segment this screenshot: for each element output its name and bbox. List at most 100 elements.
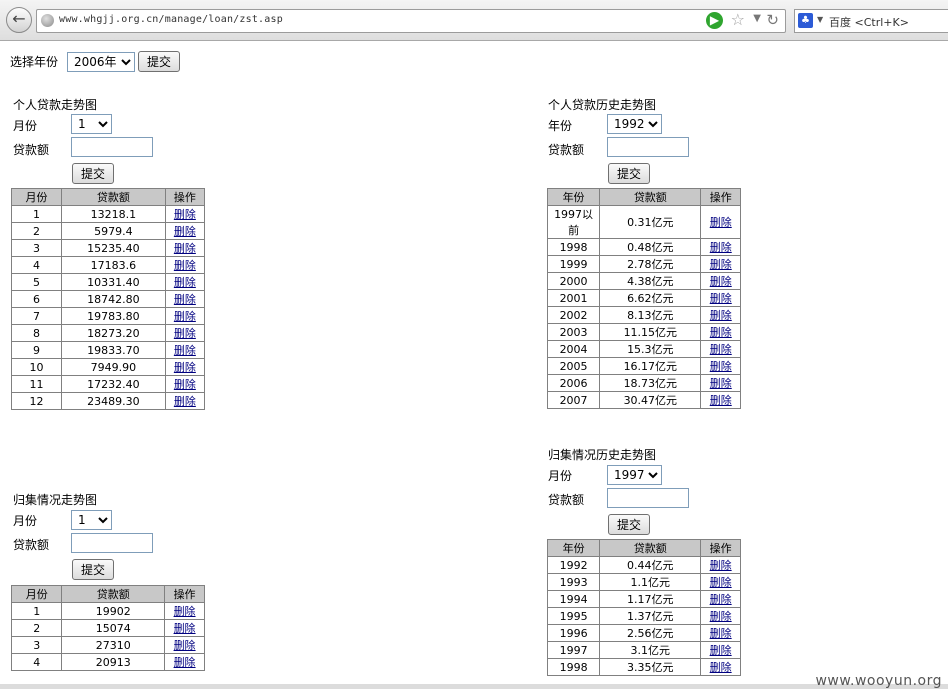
table-row: 2006 18.73亿元 删除 [546,374,741,392]
amount-cell: 0.44亿元 [599,556,702,574]
delete-link[interactable]: 删除 [174,293,196,306]
delete-link[interactable]: 删除 [710,394,732,407]
back-arrow-icon[interactable]: ← [6,7,32,33]
action-cell: 删除 [164,358,206,376]
year-submit-button[interactable]: 提交 [138,51,181,72]
action-cell: 删除 [700,255,741,273]
amount-cell: 18742.80 [61,290,166,308]
amount-cell: 19783.80 [61,307,166,325]
watermark: www.wooyun.org [815,673,942,689]
delete-link[interactable]: 删除 [710,343,732,356]
table-row: 2000 4.38亿元 删除 [546,272,741,290]
submit-button[interactable]: 提交 [72,163,115,184]
delete-link[interactable]: 删除 [710,292,732,305]
delete-link[interactable]: 删除 [174,361,196,374]
amount-cell: 8.13亿元 [599,306,702,324]
delete-link[interactable]: 删除 [710,258,732,271]
delete-link[interactable]: 删除 [174,259,196,272]
period-cell: 2007 [546,391,601,409]
table-row: 12 23489.30 删除 [10,392,206,410]
amount-input[interactable] [607,488,689,508]
year-select[interactable]: 2006年 [67,52,135,72]
table-row: 3 27310 删除 [10,636,205,654]
delete-link[interactable]: 删除 [174,395,196,408]
delete-link[interactable]: 删除 [710,309,732,322]
year-select[interactable]: 1997 [607,465,662,485]
table-header-row: 年份 贷款额 操作 [546,188,741,206]
action-cell: 删除 [700,607,741,625]
amount-cell: 17232.40 [61,375,166,393]
delete-link[interactable]: 删除 [710,275,732,288]
month-select[interactable]: 1 [71,510,112,530]
search-placeholder[interactable]: 百度 <Ctrl+K> [829,14,909,30]
amount-cell: 7949.90 [61,358,166,376]
url-text[interactable]: www.whgjj.org.cn/manage/loan/zst.asp [59,14,283,25]
year-select[interactable]: 1992 [607,114,662,134]
delete-link[interactable]: 删除 [710,326,732,339]
delete-link[interactable]: 删除 [174,310,196,323]
month-label: 月份 [13,119,38,133]
delete-link[interactable]: 删除 [174,605,196,618]
amount-cell: 11.15亿元 [599,323,702,341]
delete-link[interactable]: 删除 [710,627,732,640]
delete-link[interactable]: 删除 [710,559,732,572]
column-header: 操作 [164,585,205,603]
table-row: 2004 15.3亿元 删除 [546,340,741,358]
period-cell: 1 [10,602,63,620]
delete-link[interactable]: 删除 [174,656,196,669]
search-engine-dropdown-icon[interactable]: ▼ [817,15,823,24]
delete-link[interactable]: 删除 [174,378,196,391]
delete-link[interactable]: 删除 [710,644,732,657]
delete-link[interactable]: 删除 [174,208,196,221]
submit-button[interactable]: 提交 [608,163,651,184]
amount-input[interactable] [71,137,153,157]
period-cell: 1999 [546,255,601,273]
action-cell: 删除 [700,340,741,358]
month-label: 月份 [548,469,573,483]
delete-link[interactable]: 删除 [174,622,196,635]
history-dropdown-icon[interactable]: ▼ [753,13,761,24]
go-icon[interactable]: ▶ [706,12,723,29]
delete-link[interactable]: 删除 [174,344,196,357]
delete-link[interactable]: 删除 [174,225,196,238]
bookmark-star-icon[interactable]: ☆ [731,10,745,29]
delete-link[interactable]: 删除 [710,241,732,254]
amount-cell: 19902 [61,602,166,620]
submit-button[interactable]: 提交 [72,559,115,580]
delete-link[interactable]: 删除 [174,327,196,340]
amount-input[interactable] [71,533,153,553]
delete-link[interactable]: 删除 [710,216,732,229]
amount-label: 贷款额 [548,493,585,507]
delete-link[interactable]: 删除 [710,593,732,606]
amount-input[interactable] [607,137,689,157]
baidu-paw-icon[interactable]: ♣ [798,13,813,28]
period-cell: 1993 [546,573,601,591]
delete-link[interactable]: 删除 [174,276,196,289]
address-bar[interactable]: www.whgjj.org.cn/manage/loan/zst.asp ▶ ☆… [36,9,786,33]
action-cell: 删除 [700,391,741,409]
delete-link[interactable]: 删除 [710,377,732,390]
column-header: 操作 [700,188,741,206]
submit-button[interactable]: 提交 [608,514,651,535]
delete-link[interactable]: 删除 [174,242,196,255]
delete-link[interactable]: 删除 [710,610,732,623]
action-cell: 删除 [164,653,205,671]
delete-link[interactable]: 删除 [710,576,732,589]
amount-label: 贷款额 [13,143,50,157]
search-bar[interactable]: ♣ ▼ 百度 <Ctrl+K> [794,9,948,33]
period-cell: 1997 [546,641,601,659]
period-cell: 2004 [546,340,601,358]
delete-link[interactable]: 删除 [174,639,196,652]
action-cell: 删除 [164,602,205,620]
action-cell: 删除 [164,290,206,308]
table-row: 1 19902 删除 [10,602,205,620]
delete-link[interactable]: 删除 [710,360,732,373]
table-row: 11 17232.40 删除 [10,375,206,393]
action-cell: 删除 [700,205,741,239]
reload-icon[interactable]: ↻ [766,11,779,29]
table-header-row: 月份 贷款额 操作 [10,188,206,206]
table-row: 4 20913 删除 [10,653,205,671]
month-select[interactable]: 1 [71,114,112,134]
delete-link[interactable]: 删除 [710,661,732,674]
month-label: 月份 [13,514,38,528]
